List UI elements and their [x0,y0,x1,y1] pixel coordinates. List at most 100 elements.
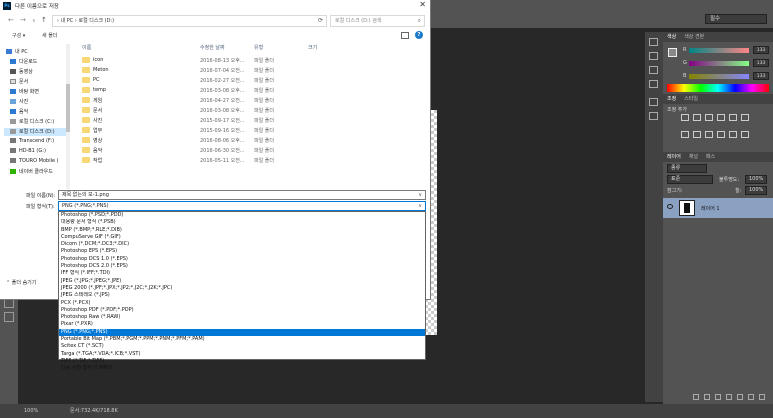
table-row[interactable]: 문서 2016-03-08 오후... 파일 폴더 [76,106,431,115]
breadcrumb[interactable]: › 내 PC › 로컬 디스크 (D:) [57,18,114,24]
nav-item-drive-g[interactable]: HD-B1 (G:) [10,148,46,156]
filetype-option[interactable]: CompuServe GIF (*.GIF) [59,234,425,241]
nav-item-drive-d[interactable]: 로컬 디스크 (D:) [4,128,67,136]
color-balance-icon[interactable] [681,130,689,138]
table-row[interactable]: 음악 2016-06-30 오전... 파일 폴더 [76,146,431,155]
nav-item-touro[interactable]: TOURO Mobile ( [10,158,59,166]
filetype-option[interactable]: Photoshop DCS 1.0 (*.EPS) [59,256,425,263]
tab-layers[interactable]: 레이어 [667,152,681,162]
nav-item-downloads[interactable]: 다운로드 [10,58,37,66]
scrollbar-thumb[interactable] [66,84,70,132]
table-row[interactable]: PC 2016-02-27 오전... 파일 폴더 [76,76,431,85]
tab-color[interactable]: 색상 [667,32,676,42]
properties-icon[interactable] [649,52,658,60]
hue-saturation-icon[interactable] [741,114,749,121]
tab-swatches[interactable]: 색상 견본 [684,32,704,42]
filetype-option[interactable]: Photoshop (*.PSD;*.PDD) [59,212,425,219]
visibility-eye-icon[interactable] [667,204,673,209]
new-layer-icon[interactable] [748,394,754,400]
photo-filter-icon[interactable] [705,130,713,138]
red-value-input[interactable]: 133 [753,46,769,54]
filetype-option[interactable]: JPEG (*.JPG;*.JPEG;*.JPE) [59,278,425,285]
recent-locations-chevron-icon[interactable]: ∨ [32,18,36,24]
table-row[interactable]: Meton 2016-07-04 오전... 파일 폴더 [76,66,431,75]
invert-icon[interactable] [729,130,737,138]
layer-row[interactable]: 레이어 1 [663,198,773,218]
nav-item-drive-c[interactable]: 로컬 디스크 (C:) [10,118,54,126]
refresh-icon[interactable]: ⟳ [318,17,323,24]
table-row[interactable]: 업무 2015-09-16 오전... 파일 폴더 [76,126,431,135]
filetype-option[interactable]: PNG (*.PNG;*.PNS) [59,328,425,337]
nav-item-videos[interactable]: 동영상 [10,68,33,76]
filetype-option[interactable]: Photoshop DCS 2.0 (*.EPS) [59,263,425,270]
posterize-icon[interactable] [741,130,749,138]
screen-mode-icon[interactable] [4,312,14,322]
layer-name[interactable]: 레이어 1 [701,205,720,212]
brightness-icon[interactable] [681,114,689,121]
layer-style-icon[interactable] [704,394,710,400]
delete-layer-icon[interactable] [759,394,765,400]
up-arrow-icon[interactable]: ↑ [41,16,47,24]
fill-input[interactable]: 100% [745,186,767,195]
table-row[interactable]: icon 2016-08-13 오후... 파일 폴더 [76,56,431,65]
nav-item-naver-cloud[interactable]: 네이버 클라우드 [10,168,53,176]
back-arrow-icon[interactable]: ← [8,16,14,24]
close-button[interactable]: ✕ [419,0,426,9]
table-row[interactable]: 게임 2016-04-27 오전... 파일 폴더 [76,96,431,105]
filetype-option[interactable]: Photoshop EPS (*.EPS) [59,248,425,255]
hide-folders-button[interactable]: ⌃ 폴더 숨기기 [6,279,36,286]
column-header-size[interactable]: 크기 [308,44,317,51]
zoom-level[interactable]: 100% [24,404,38,418]
nav-item-this-pc[interactable]: 내 PC [6,48,28,56]
blue-slider[interactable] [689,74,749,79]
adjustment-layer-icon[interactable] [726,394,732,400]
filetype-option[interactable]: Targa (*.TGA;*.VDA;*.ICB;*.VST) [59,351,425,358]
column-header-type[interactable]: 유형 [254,44,263,51]
filetype-option[interactable]: 대용량 문서 형식 (*.PSB) [59,219,425,226]
forward-arrow-icon[interactable]: → [20,16,26,24]
blue-value-input[interactable]: 133 [753,72,769,80]
filetype-option[interactable]: 다중 사진 형식 (*.MPO) [59,365,425,372]
history-icon[interactable] [649,38,658,46]
blend-mode-select[interactable]: 표준 [667,175,713,184]
view-options-icon[interactable] [401,32,409,39]
table-row[interactable]: 영상 2016-08-06 오후... 파일 폴더 [76,136,431,145]
filetype-option[interactable]: Scitex CT (*.SCT) [59,343,425,350]
opacity-input[interactable]: 100% [745,175,767,184]
address-bar[interactable]: › 내 PC › 로컬 디스크 (D:) [52,15,327,27]
new-group-icon[interactable] [737,394,743,400]
column-header-name[interactable]: 이름 [82,44,91,51]
green-slider[interactable] [689,61,749,66]
filetype-option[interactable]: Photoshop Raw (*.RAW) [59,314,425,321]
nav-item-pictures[interactable]: 사진 [10,98,28,106]
chevron-down-icon[interactable]: ∨ [418,191,422,199]
filetype-option[interactable]: Pixar (*.PXR) [59,321,425,328]
tab-adjustments[interactable]: 조정 [667,94,676,104]
red-slider[interactable] [689,48,749,53]
help-button[interactable]: ? [415,31,423,39]
tab-paths[interactable]: 패스 [706,152,715,162]
nav-item-drive-f[interactable]: Transcend (F:) [10,138,54,146]
nav-item-music[interactable]: 음악 [10,108,28,116]
filetype-option[interactable]: JPEG 스테레오 (*.JPS) [59,292,425,299]
curves-icon[interactable] [705,114,713,121]
filetype-option[interactable]: BMP (*.BMP;*.RLE;*.DIB) [59,227,425,234]
nav-item-documents[interactable]: 문서 [10,78,28,86]
filetype-option[interactable]: TIFF (*.TIF;*.TIFF) [59,358,425,365]
filetype-option[interactable]: Dicom (*.DCM;*.DC3;*.DIC) [59,241,425,248]
layer-kind-filter[interactable]: 종류 [667,164,707,173]
table-row[interactable]: 사진 2015-09-17 오전... 파일 폴더 [76,116,431,125]
filetype-option[interactable]: PCX (*.PCX) [59,300,425,307]
link-layers-icon[interactable] [693,394,699,400]
search-input[interactable]: 로컬 디스크 (D:) 검색 ⌕ [330,15,425,27]
nav-pane-scrollbar[interactable] [66,44,70,189]
workspace-select[interactable]: 필수 [705,14,767,24]
green-value-input[interactable]: 133 [753,59,769,67]
table-row[interactable]: 작업 2016-05-11 오전... 파일 폴더 [76,156,431,165]
exposure-icon[interactable] [717,114,725,121]
filetype-option[interactable]: IFF 형식 (*.IFF;*.TDI) [59,270,425,277]
layer-mask-icon[interactable] [715,394,721,400]
organize-button[interactable]: 구성 ▾ [12,32,25,39]
color-spectrum[interactable] [667,84,769,92]
tab-channels[interactable]: 채널 [689,152,698,162]
